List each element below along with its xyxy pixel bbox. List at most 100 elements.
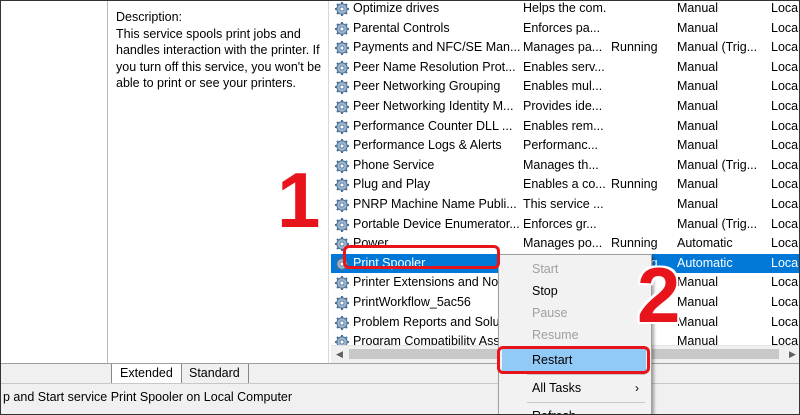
restart-highlight-box bbox=[497, 346, 650, 374]
service-row[interactable]: Plug and Play Enables a co... Running Manua… bbox=[331, 175, 799, 195]
service-name: Peer Networking Grouping bbox=[353, 79, 501, 94]
service-startup-type: Manual bbox=[677, 177, 718, 192]
scroll-right-icon[interactable]: ▶ bbox=[784, 346, 799, 363]
service-name: Parental Controls bbox=[353, 20, 450, 35]
service-row[interactable]: Optimize drives Helps the com... Manual Loc… bbox=[331, 1, 799, 19]
menu-item-stop[interactable]: Stop bbox=[499, 280, 651, 302]
service-status: Running bbox=[611, 177, 658, 192]
service-name: Portable Device Enumerator... bbox=[353, 216, 520, 231]
service-description-cell: Enforces pa... bbox=[523, 20, 601, 35]
service-log-on: Loca bbox=[771, 177, 799, 192]
service-row[interactable]: Performance Logs & Alerts Performanc... Ma… bbox=[331, 136, 799, 156]
service-description-cell: Manages pa... bbox=[523, 40, 603, 55]
menu-item-resume[interactable]: Resume bbox=[499, 324, 651, 346]
menu-item-label: Refresh bbox=[532, 405, 576, 414]
menu-item-pause[interactable]: Pause bbox=[499, 302, 651, 324]
service-name: Plug and Play bbox=[353, 177, 431, 192]
service-log-on: Loca bbox=[771, 118, 799, 133]
service-startup-type: Manual bbox=[677, 314, 718, 329]
service-startup-type: Manual bbox=[677, 99, 718, 113]
services-window: Description: This service spools print j… bbox=[0, 0, 800, 415]
service-log-on: Loca bbox=[771, 275, 799, 290]
step-1-marker: 1 bbox=[277, 156, 321, 244]
service-description-cell: Enables serv... bbox=[523, 59, 605, 74]
service-row[interactable]: PNRP Machine Name Publi... This service .… bbox=[331, 195, 799, 215]
menu-item-label: Resume bbox=[532, 328, 579, 342]
service-startup-type: Manual bbox=[677, 59, 718, 74]
service-startup-type: Manual (Trig... bbox=[677, 216, 758, 231]
gear-icon bbox=[334, 40, 350, 56]
service-row[interactable]: Peer Name Resolution Prot... Enables serv… bbox=[331, 58, 799, 78]
gear-icon bbox=[334, 315, 350, 331]
service-name: Optimize drives bbox=[353, 1, 440, 15]
gear-icon bbox=[334, 295, 350, 311]
menu-item-start[interactable]: Start bbox=[499, 258, 651, 280]
scroll-left-icon[interactable]: ◀ bbox=[331, 346, 348, 363]
service-row[interactable]: Peer Networking Identity M... Provides id… bbox=[331, 97, 799, 117]
service-startup-type: Manual (Trig... bbox=[677, 157, 758, 172]
gear-icon bbox=[334, 119, 350, 135]
service-name: Peer Name Resolution Prot... bbox=[353, 59, 516, 74]
service-name: PrintWorkflow_5ac56 bbox=[353, 295, 471, 309]
step-2-marker: 2 bbox=[637, 251, 681, 339]
service-startup-type: Automatic bbox=[677, 236, 733, 251]
service-row[interactable]: Phone Service Manages th... Manual (Trig..… bbox=[331, 156, 799, 176]
service-description: Description: This service spools print j… bbox=[116, 9, 322, 92]
service-description-cell: Enables rem... bbox=[523, 118, 604, 133]
description-label: Description: bbox=[116, 10, 182, 24]
service-description-cell: Manages th... bbox=[523, 157, 599, 172]
service-description-cell: Enforces gr... bbox=[523, 216, 597, 231]
service-name: Program Compatibility Assistant bbox=[353, 334, 521, 345]
service-startup-type: Manual bbox=[677, 20, 718, 35]
menu-item-label: Stop bbox=[532, 284, 558, 298]
service-log-on: Loca bbox=[771, 99, 799, 113]
service-log-on: Loca bbox=[771, 334, 799, 345]
gear-icon bbox=[334, 60, 350, 76]
chevron-right-icon: › bbox=[635, 381, 639, 395]
context-menu: StartStopPauseResumeRestartAll Tasks›Ref… bbox=[498, 254, 652, 414]
menu-separator bbox=[527, 374, 645, 375]
service-startup-type: Manual bbox=[677, 138, 718, 153]
menu-item-refresh[interactable]: Refresh bbox=[499, 405, 651, 414]
console-tree-pane bbox=[1, 1, 107, 363]
service-name: Printer Extensions and Notifications bbox=[353, 275, 521, 290]
service-startup-type: Manual bbox=[677, 275, 718, 290]
gear-icon bbox=[334, 21, 350, 37]
gear-icon bbox=[334, 1, 350, 17]
view-tabs: Extended Standard bbox=[1, 363, 799, 384]
service-row[interactable]: Peer Networking Grouping Enables mul... Ma… bbox=[331, 77, 799, 97]
service-name: Problem Reports and Solutions bbox=[353, 314, 521, 329]
service-name: PNRP Machine Name Publi... bbox=[353, 197, 517, 211]
gear-icon bbox=[334, 99, 350, 115]
service-row[interactable]: Portable Device Enumerator... Enforces gr… bbox=[331, 215, 799, 235]
service-startup-type: Manual bbox=[677, 79, 718, 94]
service-startup-type: Automatic bbox=[677, 255, 733, 270]
service-row[interactable]: Parental Controls Enforces pa... Manual Loc… bbox=[331, 19, 799, 39]
gear-icon bbox=[334, 177, 350, 193]
service-startup-type: Manual (Trig... bbox=[677, 40, 758, 55]
description-text: This service spools print jobs and handl… bbox=[116, 26, 322, 91]
print-spooler-highlight-box bbox=[343, 245, 500, 269]
gear-icon bbox=[334, 334, 350, 345]
service-row[interactable]: Payments and NFC/SE Man... Manages pa... R… bbox=[331, 38, 799, 58]
service-row[interactable]: Performance Counter DLL ... Enables rem..… bbox=[331, 117, 799, 137]
menu-item-all-tasks[interactable]: All Tasks › bbox=[499, 377, 651, 399]
service-log-on: Loca bbox=[771, 20, 799, 35]
gear-icon bbox=[334, 197, 350, 213]
status-bar: p and Start service Print Spooler on Loc… bbox=[1, 383, 799, 414]
service-name: Peer Networking Identity M... bbox=[353, 99, 514, 113]
service-description-cell: This service ... bbox=[523, 197, 604, 211]
menu-item-label: Start bbox=[532, 262, 559, 276]
service-description-cell: Enables mul... bbox=[523, 79, 603, 94]
service-log-on: Loca bbox=[771, 157, 799, 172]
service-startup-type: Manual bbox=[677, 118, 718, 133]
service-status: Running bbox=[611, 40, 658, 55]
service-startup-type: Manual bbox=[677, 295, 718, 309]
gear-icon bbox=[334, 79, 350, 95]
tab-extended[interactable]: Extended bbox=[111, 364, 182, 384]
tab-standard[interactable]: Standard bbox=[181, 364, 249, 383]
service-description-cell: Helps the com... bbox=[523, 1, 607, 15]
service-startup-type: Manual bbox=[677, 197, 718, 211]
service-name: Phone Service bbox=[353, 157, 435, 172]
service-log-on: Loca bbox=[771, 1, 799, 15]
